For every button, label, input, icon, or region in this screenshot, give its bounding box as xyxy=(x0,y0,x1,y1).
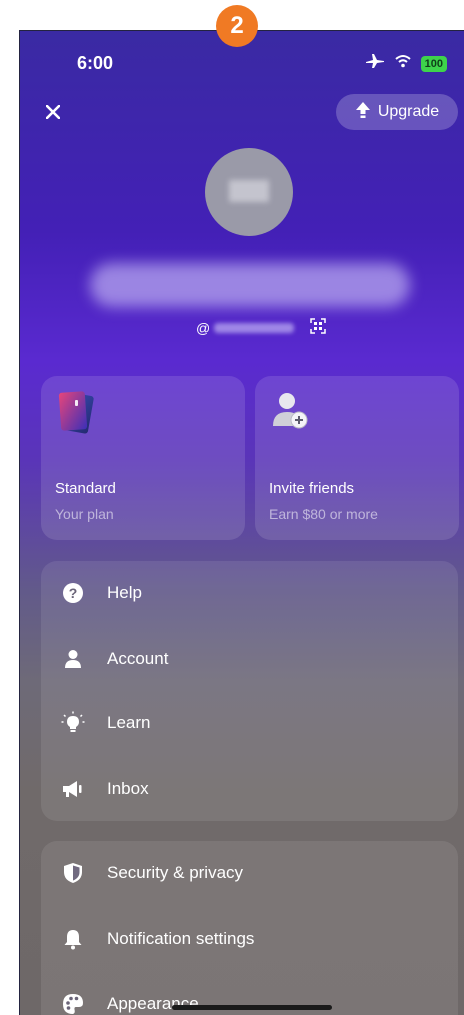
avatar[interactable] xyxy=(205,148,293,236)
profile-menu-screen: 6:00 100 Upgrade @ Standard Your plan In… xyxy=(19,30,464,1015)
menu-label-appearance: Appearance xyxy=(107,994,199,1013)
bell-icon xyxy=(61,927,85,951)
close-button[interactable] xyxy=(40,99,66,125)
menu-item-help[interactable]: ? Help xyxy=(41,563,458,623)
menu-label-security: Security & privacy xyxy=(107,863,244,882)
menu-label-help: Help xyxy=(107,583,142,602)
menu-group-settings: Security & privacy Notification settings xyxy=(41,841,458,1015)
menu-item-notifications[interactable]: Notification settings xyxy=(41,909,458,969)
menu-label-inbox: Inbox xyxy=(107,779,149,798)
shield-icon xyxy=(61,861,85,885)
lightbulb-icon xyxy=(61,711,85,735)
plan-title: Standard xyxy=(55,480,116,497)
upload-arrow-icon xyxy=(355,101,371,124)
qr-code-icon[interactable] xyxy=(310,318,326,337)
plan-subtitle: Your plan xyxy=(55,506,114,522)
handle-redacted xyxy=(214,322,295,333)
menu-label-notifications: Notification settings xyxy=(107,929,255,948)
handle-prefix: @ xyxy=(196,319,211,336)
step-number-badge: 2 xyxy=(216,5,258,47)
profile-handle: @ xyxy=(196,318,326,337)
upgrade-button[interactable]: Upgrade xyxy=(336,94,458,130)
home-indicator xyxy=(172,1005,332,1010)
avatar-initials-redacted xyxy=(229,180,269,202)
airplane-icon xyxy=(365,53,385,74)
menu-label-account: Account xyxy=(107,649,169,668)
invite-subtitle: Earn $80 or more xyxy=(269,506,378,522)
invite-friends-tile[interactable]: Invite friends Earn $80 or more xyxy=(255,376,459,540)
status-time: 6:00 xyxy=(77,53,114,73)
palette-icon xyxy=(61,992,85,1015)
menu-item-inbox[interactable]: Inbox xyxy=(41,759,458,819)
profile-name-redacted xyxy=(90,263,410,307)
menu-group-support: ? Help Account Learn Inbox xyxy=(41,561,458,821)
svg-text:?: ? xyxy=(69,585,78,601)
wifi-icon xyxy=(394,54,411,73)
close-icon xyxy=(46,105,60,119)
invite-title: Invite friends xyxy=(269,480,355,497)
menu-item-security[interactable]: Security & privacy xyxy=(41,843,458,903)
menu-label-learn: Learn xyxy=(107,713,151,732)
question-circle-icon: ? xyxy=(61,581,85,605)
add-friend-icon xyxy=(269,388,313,432)
card-icon xyxy=(55,390,101,434)
battery-indicator: 100 xyxy=(420,55,447,72)
menu-item-learn[interactable]: Learn xyxy=(41,693,458,753)
status-icons: 100 xyxy=(365,53,447,74)
megaphone-icon xyxy=(61,777,85,801)
person-icon xyxy=(61,647,85,671)
plan-tile[interactable]: Standard Your plan xyxy=(41,376,245,540)
menu-item-account[interactable]: Account xyxy=(41,629,458,689)
upgrade-label: Upgrade xyxy=(377,103,440,120)
